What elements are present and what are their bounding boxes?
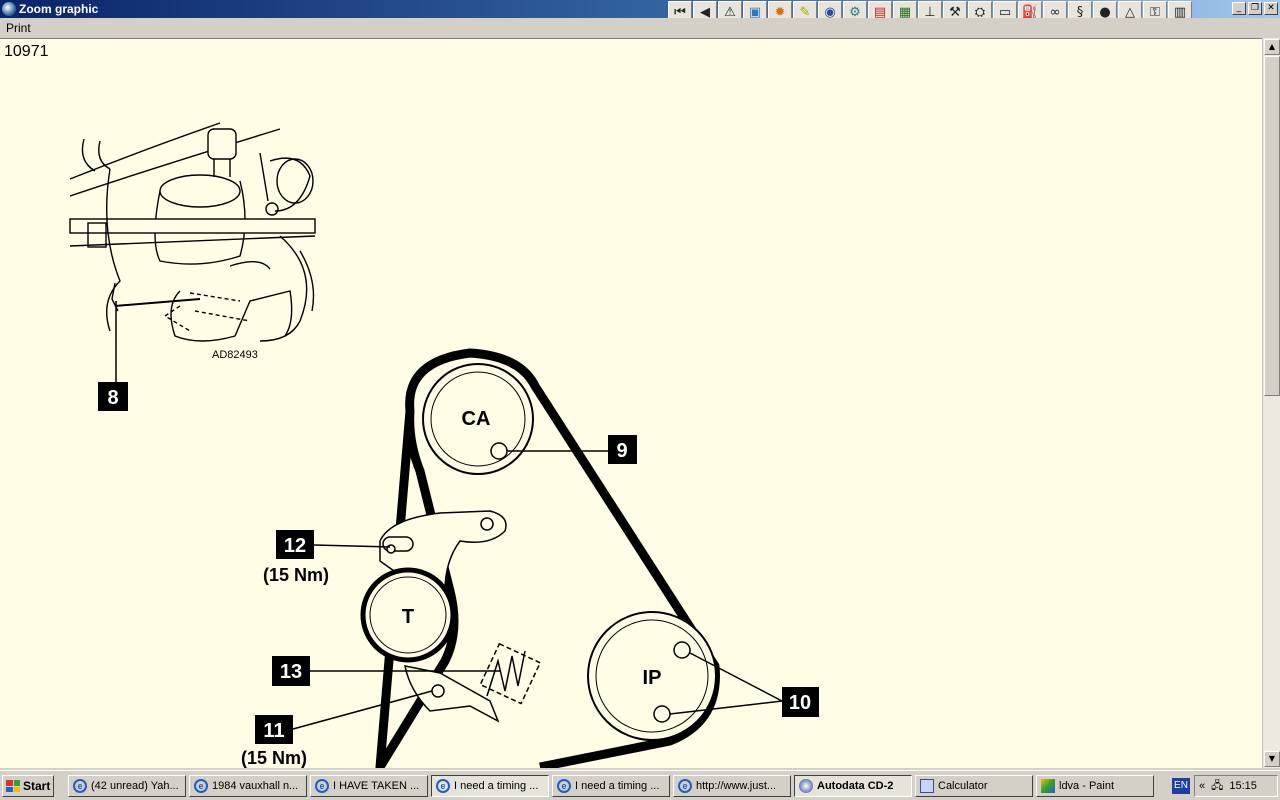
pulley-label-t: T	[402, 606, 414, 628]
task-label: ldva - Paint	[1059, 780, 1115, 792]
language-indicator[interactable]: EN	[1172, 778, 1190, 794]
vertical-scrollbar[interactable]: ▲ ▼	[1262, 38, 1280, 768]
task-label: Autodata CD-2	[817, 780, 894, 792]
taskbar-task[interactable]: e I need a timing ...	[552, 775, 670, 797]
callout-12: 12	[276, 530, 314, 559]
window-controls: _ ❐ ✕	[1232, 2, 1278, 15]
taskbar-task[interactable]: Calculator	[915, 775, 1033, 797]
scroll-down-arrow-icon[interactable]: ▼	[1264, 751, 1280, 767]
tensioner-spring	[479, 642, 542, 705]
clock[interactable]: 15:15	[1229, 780, 1257, 792]
ie-icon: e	[194, 779, 208, 793]
svg-text:9: 9	[616, 440, 627, 462]
ie-icon: e	[315, 779, 329, 793]
minimize-button[interactable]: _	[1232, 2, 1246, 15]
torque-label-12: (15 Nm)	[263, 565, 329, 585]
svg-text:13: 13	[280, 661, 302, 683]
svg-text:8: 8	[107, 387, 118, 409]
system-tray: « 🖧 15:15	[1194, 775, 1278, 797]
autodata-icon	[799, 779, 813, 793]
scroll-up-arrow-icon[interactable]: ▲	[1264, 39, 1280, 55]
taskbar-task[interactable]: Autodata CD-2	[794, 775, 912, 797]
paint-icon	[1041, 779, 1055, 793]
svg-text:10: 10	[789, 692, 811, 714]
taskbar-task[interactable]: e I HAVE TAKEN ...	[310, 775, 428, 797]
ie-icon: e	[73, 779, 87, 793]
taskbar-task-active[interactable]: e I need a timing ...	[431, 775, 549, 797]
pulley-label-ip: IP	[643, 667, 662, 689]
close-button[interactable]: ✕	[1264, 2, 1278, 15]
ie-icon: e	[678, 779, 692, 793]
callout-9: 9	[608, 435, 637, 464]
leader-12	[313, 544, 391, 548]
task-label: I need a timing ...	[575, 780, 660, 792]
figure-reference: AD82493	[212, 349, 258, 361]
task-label: I need a timing ...	[454, 780, 539, 792]
callout-8: 8	[98, 382, 128, 411]
start-label: Start	[23, 779, 51, 793]
windows-logo-icon	[6, 780, 20, 792]
scroll-thumb[interactable]	[1264, 56, 1280, 396]
callout-10: 10	[782, 687, 819, 717]
taskbar-task[interactable]: e http://www.just...	[673, 775, 791, 797]
window-title: Zoom graphic	[19, 2, 99, 16]
app-icon	[2, 2, 16, 16]
svg-text:11: 11	[263, 720, 284, 742]
callout-13: 13	[272, 656, 310, 686]
timing-belt-diagram: AD82493 CA T IP 8 9 12 13 11 10 (15 Nm) …	[69, 122, 819, 768]
restore-button[interactable]: ❐	[1248, 2, 1262, 15]
graphic-canvas: 10971 AD82493 CA T IP 8 9 12 13 11 10 (1…	[0, 38, 1262, 768]
start-button[interactable]: Start	[2, 775, 54, 797]
network-icon[interactable]: 🖧	[1211, 777, 1223, 796]
task-label: http://www.just...	[696, 780, 777, 792]
calculator-icon	[920, 779, 934, 793]
menu-print[interactable]: Print	[6, 21, 31, 35]
task-label: I HAVE TAKEN ...	[333, 780, 420, 792]
callout-11: 11	[255, 715, 293, 744]
task-label: Calculator	[938, 780, 988, 792]
task-label: (42 unread) Yah...	[91, 780, 179, 792]
taskbar-task[interactable]: e 1984 vauxhall n...	[189, 775, 307, 797]
taskbar-task[interactable]: ldva - Paint	[1036, 775, 1154, 797]
engine-inset-sketch	[69, 122, 316, 342]
torque-label-11: (15 Nm)	[241, 748, 307, 768]
taskbar-task[interactable]: e (42 unread) Yah...	[68, 775, 186, 797]
pulley-label-ca: CA	[462, 408, 491, 430]
tray-expand-icon[interactable]: «	[1199, 780, 1205, 792]
ie-icon: e	[436, 779, 450, 793]
svg-text:12: 12	[284, 535, 306, 557]
ie-icon: e	[557, 779, 571, 793]
taskbar: Start e (42 unread) Yah... e 1984 vauxha…	[0, 770, 1280, 800]
task-label: 1984 vauxhall n...	[212, 780, 299, 792]
menu-bar: Print	[0, 18, 1280, 38]
